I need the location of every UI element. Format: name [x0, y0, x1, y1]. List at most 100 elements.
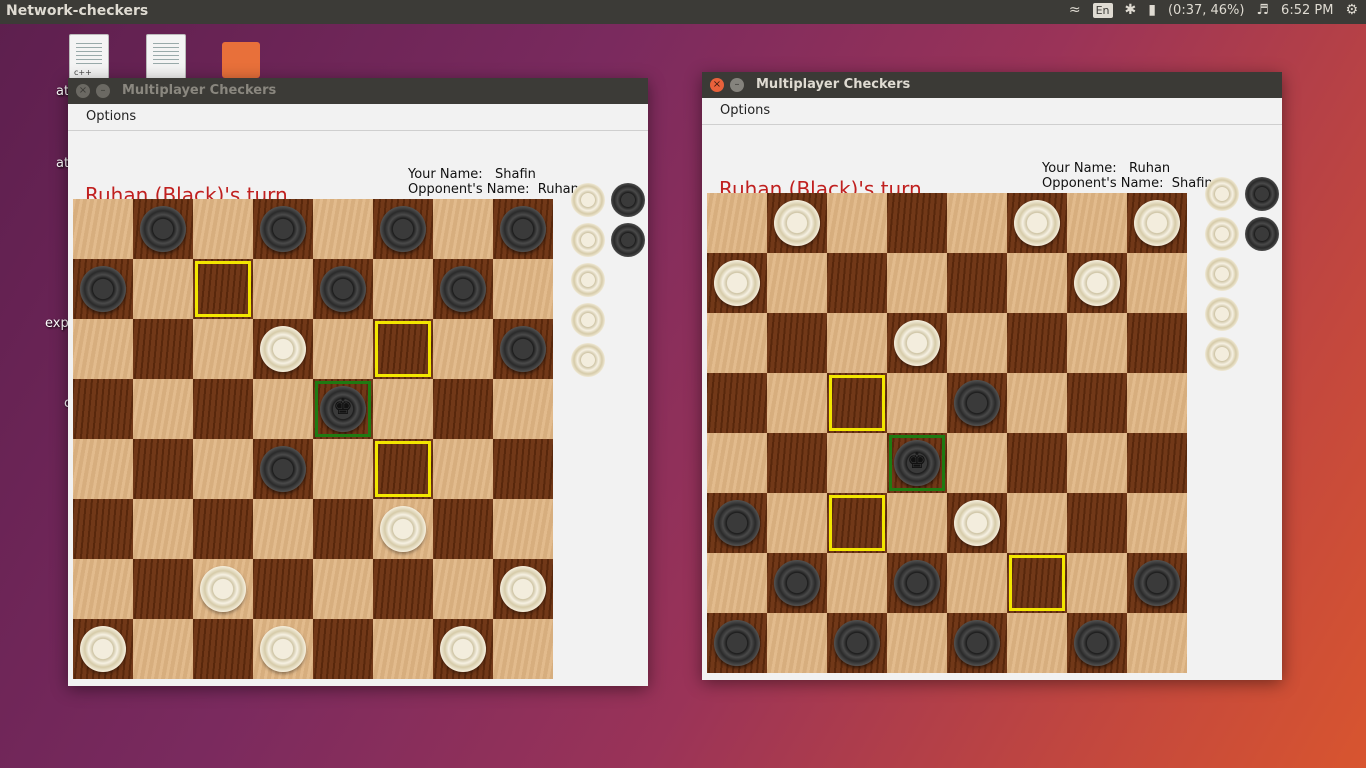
options-menu[interactable]: Options [86, 109, 136, 124]
checkers-window-shafin[interactable]: × – Multiplayer Checkers Options Ruhan (… [68, 78, 648, 686]
board-square[interactable] [433, 379, 493, 439]
board-square[interactable] [827, 253, 887, 313]
options-menu[interactable]: Options [720, 103, 770, 118]
board-square[interactable] [253, 259, 313, 319]
board-square[interactable] [947, 553, 1007, 613]
white-checker-piece[interactable] [80, 626, 126, 672]
board-square[interactable] [1127, 193, 1187, 253]
board-square[interactable] [253, 319, 313, 379]
board-square[interactable] [193, 559, 253, 619]
black-checker-piece[interactable] [1134, 560, 1180, 606]
board-square[interactable] [193, 619, 253, 679]
board-square[interactable] [373, 619, 433, 679]
board-square[interactable] [493, 319, 553, 379]
board-square[interactable] [193, 499, 253, 559]
board-square[interactable] [313, 499, 373, 559]
board-square[interactable] [827, 373, 887, 433]
black-checker-piece[interactable] [714, 620, 760, 666]
board-square[interactable] [767, 493, 827, 553]
board-square[interactable] [827, 493, 887, 553]
board-square[interactable] [767, 433, 827, 493]
board-square[interactable] [827, 193, 887, 253]
black-checker-piece[interactable] [380, 206, 426, 252]
board-square[interactable] [493, 499, 553, 559]
volume-icon[interactable]: ♬ [1256, 2, 1269, 18]
board-square[interactable]: ♚ [887, 433, 947, 493]
white-checker-piece[interactable] [260, 326, 306, 372]
white-checker-piece[interactable] [1134, 200, 1180, 246]
board-square[interactable] [253, 439, 313, 499]
window-titlebar[interactable]: × – Multiplayer Checkers [68, 78, 648, 104]
board-square[interactable] [1067, 613, 1127, 673]
white-checker-piece[interactable] [500, 566, 546, 612]
board-square[interactable] [193, 439, 253, 499]
black-checker-piece[interactable] [320, 266, 366, 312]
board-square[interactable] [1007, 553, 1067, 613]
board-square[interactable] [373, 259, 433, 319]
board-square[interactable] [707, 553, 767, 613]
board-square[interactable] [887, 253, 947, 313]
black-king-piece[interactable]: ♚ [320, 386, 366, 432]
white-checker-piece[interactable] [380, 506, 426, 552]
board-square[interactable] [1067, 553, 1127, 613]
board-square[interactable] [373, 199, 433, 259]
board-square[interactable] [253, 379, 313, 439]
board-square[interactable] [1067, 493, 1127, 553]
black-checker-piece[interactable] [1074, 620, 1120, 666]
board-square[interactable] [947, 433, 1007, 493]
board-square[interactable] [193, 259, 253, 319]
desktop-cpp-file-icon[interactable]: c++ [69, 34, 109, 80]
white-checker-piece[interactable] [1074, 260, 1120, 306]
wifi-icon[interactable]: ≈ [1069, 2, 1081, 18]
board-square[interactable] [73, 259, 133, 319]
board-square[interactable] [373, 499, 433, 559]
black-checker-piece[interactable] [260, 206, 306, 252]
board-square[interactable] [947, 253, 1007, 313]
board-square[interactable] [887, 493, 947, 553]
board-square[interactable] [433, 199, 493, 259]
battery-icon[interactable]: ▮ [1148, 2, 1156, 18]
board-square[interactable] [313, 619, 373, 679]
board-square[interactable] [707, 313, 767, 373]
board-square[interactable] [707, 373, 767, 433]
board-square[interactable] [1127, 493, 1187, 553]
board-square[interactable] [767, 253, 827, 313]
white-checker-piece[interactable] [200, 566, 246, 612]
board-square[interactable] [433, 619, 493, 679]
board-square[interactable] [373, 559, 433, 619]
board-square[interactable] [1007, 313, 1067, 373]
black-checker-piece[interactable] [894, 560, 940, 606]
minimize-icon[interactable]: – [730, 78, 744, 92]
black-checker-piece[interactable] [80, 266, 126, 312]
black-checker-piece[interactable] [500, 326, 546, 372]
checkers-window-ruhan[interactable]: × – Multiplayer Checkers Options Ruhan (… [702, 72, 1282, 680]
bluetooth-icon[interactable]: ✱ [1125, 2, 1137, 18]
board-square[interactable] [767, 373, 827, 433]
checkers-board[interactable]: ♚ [73, 199, 553, 679]
board-square[interactable] [313, 319, 373, 379]
board-square[interactable] [1127, 553, 1187, 613]
board-square[interactable] [433, 499, 493, 559]
board-square[interactable] [373, 379, 433, 439]
board-square[interactable] [433, 319, 493, 379]
board-square[interactable] [73, 439, 133, 499]
board-square[interactable] [947, 193, 1007, 253]
board-square[interactable] [887, 613, 947, 673]
white-checker-piece[interactable] [440, 626, 486, 672]
close-icon[interactable]: × [710, 78, 724, 92]
board-square[interactable] [887, 373, 947, 433]
board-square[interactable] [827, 613, 887, 673]
black-checker-piece[interactable] [714, 500, 760, 546]
white-checker-piece[interactable] [774, 200, 820, 246]
board-square[interactable] [253, 499, 313, 559]
board-square[interactable] [767, 313, 827, 373]
keyboard-language-indicator[interactable]: En [1092, 2, 1113, 18]
board-square[interactable] [947, 373, 1007, 433]
board-square[interactable] [313, 199, 373, 259]
board-square[interactable] [493, 619, 553, 679]
board-square[interactable] [313, 559, 373, 619]
black-checker-piece[interactable] [834, 620, 880, 666]
board-square[interactable] [1067, 193, 1127, 253]
board-square[interactable] [1067, 433, 1127, 493]
board-square[interactable] [827, 553, 887, 613]
